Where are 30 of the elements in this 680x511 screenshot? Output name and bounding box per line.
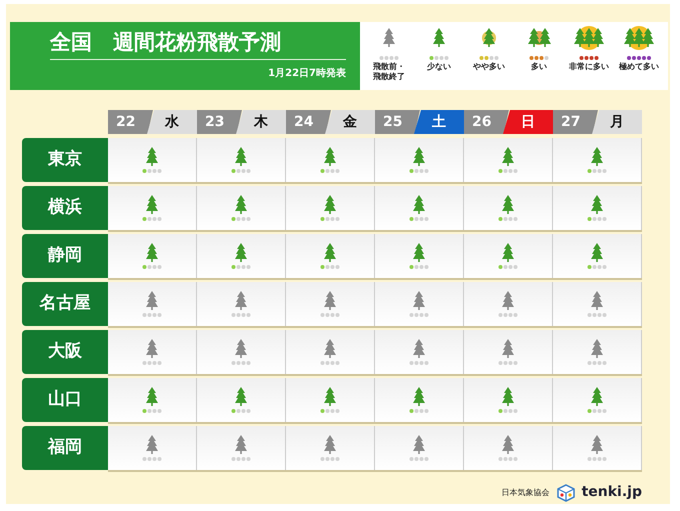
city-label: 東京 — [22, 138, 108, 182]
legend-label: 非常に多い — [569, 62, 609, 72]
brand-name: tenki.jp — [582, 483, 642, 502]
issued-time: 1月22日7時発表 — [267, 66, 346, 82]
weekday-label: 月 — [592, 110, 642, 134]
legend-label: 多い — [531, 62, 547, 72]
legend-label: 少ない — [427, 62, 451, 72]
weekday-label: 日 — [503, 110, 553, 134]
weekday-label: 金 — [325, 110, 375, 134]
day-date: 23 — [197, 110, 242, 134]
city-label: 山口 — [22, 378, 108, 422]
cube-logo-icon — [556, 484, 576, 502]
day-date: 26 — [464, 110, 509, 134]
city-label: 大阪 — [22, 330, 108, 374]
day-date: 25 — [375, 110, 420, 134]
legend-label: 飛散前・飛散終了 — [372, 62, 406, 82]
day-date: 24 — [286, 110, 331, 134]
credit-text: 日本気象協会 — [502, 486, 550, 498]
city-label: 名古屋 — [22, 282, 108, 326]
weekday-label: 木 — [236, 110, 286, 134]
day-date: 22 — [108, 110, 153, 134]
city-label: 横浜 — [22, 186, 108, 230]
legend-label: やや多い — [473, 62, 505, 72]
weekday-label: 土 — [414, 110, 464, 134]
title: 全国 週間花粉飛散予測 — [50, 30, 346, 60]
legend-label: 極めて多い — [619, 62, 659, 72]
day-date: 27 — [553, 110, 598, 134]
city-label: 福岡 — [22, 426, 108, 470]
city-label: 静岡 — [22, 234, 108, 278]
weekday-label: 水 — [147, 110, 197, 134]
